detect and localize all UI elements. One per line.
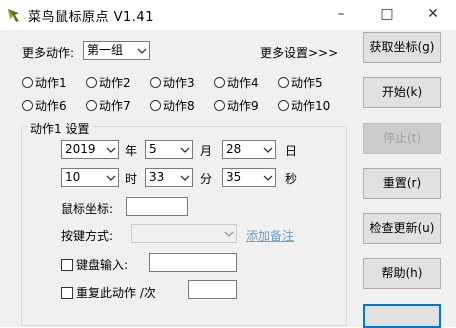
keyboard-input-checkbox[interactable]: 键盘输入:: [61, 256, 128, 273]
maximize-icon: □: [380, 6, 394, 22]
second-value: 35: [226, 170, 242, 184]
radio-circle-icon: [86, 100, 97, 111]
radio-circle-icon: [278, 100, 289, 111]
radio-label: 动作5: [291, 76, 323, 90]
radio-action-9[interactable]: 动作9: [214, 97, 259, 113]
day-unit: 日: [285, 144, 298, 158]
repeat-action-label: 重复此动作 /次: [76, 286, 156, 300]
minute-value: 33: [149, 170, 165, 184]
chevron-down-icon: [224, 231, 234, 237]
radio-action-1[interactable]: 动作1: [22, 74, 67, 90]
chevron-down-icon: [137, 48, 147, 54]
keyboard-input-field[interactable]: [149, 253, 237, 272]
radio-label: 动作7: [99, 99, 131, 113]
focused-button-partial[interactable]: [363, 304, 441, 328]
get-coords-button[interactable]: 获取坐标(g): [363, 32, 441, 63]
month-select[interactable]: 5: [145, 140, 193, 159]
radio-label: 动作1: [35, 76, 67, 90]
radio-label: 动作3: [163, 76, 195, 90]
repeat-count-input[interactable]: [188, 280, 237, 299]
check-update-button[interactable]: 检查更新(u): [363, 213, 441, 244]
radio-label: 动作10: [291, 99, 331, 113]
help-button[interactable]: 帮助(h): [363, 258, 441, 289]
window-title: 菜鸟鼠标原点 V1.41: [28, 10, 154, 25]
hour-value: 10: [65, 170, 81, 184]
radio-circle-icon: [22, 100, 33, 111]
add-note-link[interactable]: 添加备注: [246, 227, 294, 244]
year-value: 2019: [65, 142, 96, 156]
second-select[interactable]: 35: [222, 168, 276, 187]
mouse-coords-input[interactable]: [126, 197, 188, 216]
group-select-value: 第一组: [87, 43, 124, 57]
radio-label: 动作9: [227, 99, 259, 113]
month-unit: 月: [200, 144, 213, 158]
radio-action-10[interactable]: 动作10: [278, 97, 330, 113]
radio-circle-icon: [214, 100, 225, 111]
radio-action-7[interactable]: 动作7: [86, 97, 131, 113]
mouse-coords-label: 鼠标坐标:: [61, 202, 114, 216]
radio-label: 动作4: [227, 76, 259, 90]
radio-label: 动作6: [35, 99, 67, 113]
group-title: 动作1 设置: [27, 120, 93, 137]
radio-label: 动作8: [163, 99, 195, 113]
chevron-down-icon: [263, 147, 273, 153]
client-area: 更多动作: 第一组 更多设置>>> 动作1 动作2 动作3 动作4 动作5 动作…: [0, 30, 456, 328]
year-select[interactable]: 2019: [61, 140, 119, 159]
radio-action-8[interactable]: 动作8: [150, 97, 195, 113]
app-logo-icon: [8, 9, 19, 22]
radio-circle-icon: [150, 100, 161, 111]
chevron-down-icon: [263, 175, 273, 181]
hour-unit: 时: [125, 172, 138, 186]
minute-unit: 分: [200, 172, 213, 186]
radio-action-6[interactable]: 动作6: [22, 97, 67, 113]
radio-circle-icon: [214, 77, 225, 88]
second-unit: 秒: [285, 172, 298, 186]
chevron-down-icon: [106, 147, 116, 153]
radio-label: 动作2: [99, 76, 131, 90]
radio-action-2[interactable]: 动作2: [86, 74, 131, 90]
day-value: 28: [226, 142, 242, 156]
group-select[interactable]: 第一组: [83, 41, 150, 60]
key-mode-label: 按键方式:: [61, 229, 114, 243]
more-actions-label: 更多动作:: [22, 46, 75, 60]
month-value: 5: [149, 142, 157, 156]
minimize-button[interactable]: –: [318, 0, 364, 30]
radio-action-5[interactable]: 动作5: [278, 74, 323, 90]
close-button[interactable]: ✕: [410, 0, 456, 30]
radio-action-4[interactable]: 动作4: [214, 74, 259, 90]
keyboard-input-label: 键盘输入:: [76, 258, 129, 272]
close-icon: ✕: [427, 6, 439, 22]
year-unit: 年: [125, 144, 138, 158]
maximize-button[interactable]: □: [364, 0, 410, 30]
key-mode-select[interactable]: [131, 224, 237, 243]
minute-select[interactable]: 33: [145, 168, 193, 187]
start-button[interactable]: 开始(k): [363, 77, 441, 108]
checkbox-icon: [61, 287, 73, 299]
hour-select[interactable]: 10: [61, 168, 119, 187]
reset-button[interactable]: 重置(r): [363, 168, 441, 199]
radio-circle-icon: [150, 77, 161, 88]
day-select[interactable]: 28: [222, 140, 276, 159]
title-bar: 菜鸟鼠标原点 V1.41 – □ ✕: [0, 0, 456, 30]
stop-button[interactable]: 停止(t): [363, 123, 441, 154]
chevron-down-icon: [106, 175, 116, 181]
more-settings-link[interactable]: 更多设置>>>: [260, 44, 338, 61]
radio-circle-icon: [22, 77, 33, 88]
checkbox-icon: [61, 259, 73, 271]
minimize-icon: –: [337, 6, 345, 22]
repeat-action-checkbox[interactable]: 重复此动作 /次: [61, 284, 156, 301]
chevron-down-icon: [180, 175, 190, 181]
radio-circle-icon: [278, 77, 289, 88]
chevron-down-icon: [180, 147, 190, 153]
radio-circle-icon: [86, 77, 97, 88]
radio-action-3[interactable]: 动作3: [150, 74, 195, 90]
